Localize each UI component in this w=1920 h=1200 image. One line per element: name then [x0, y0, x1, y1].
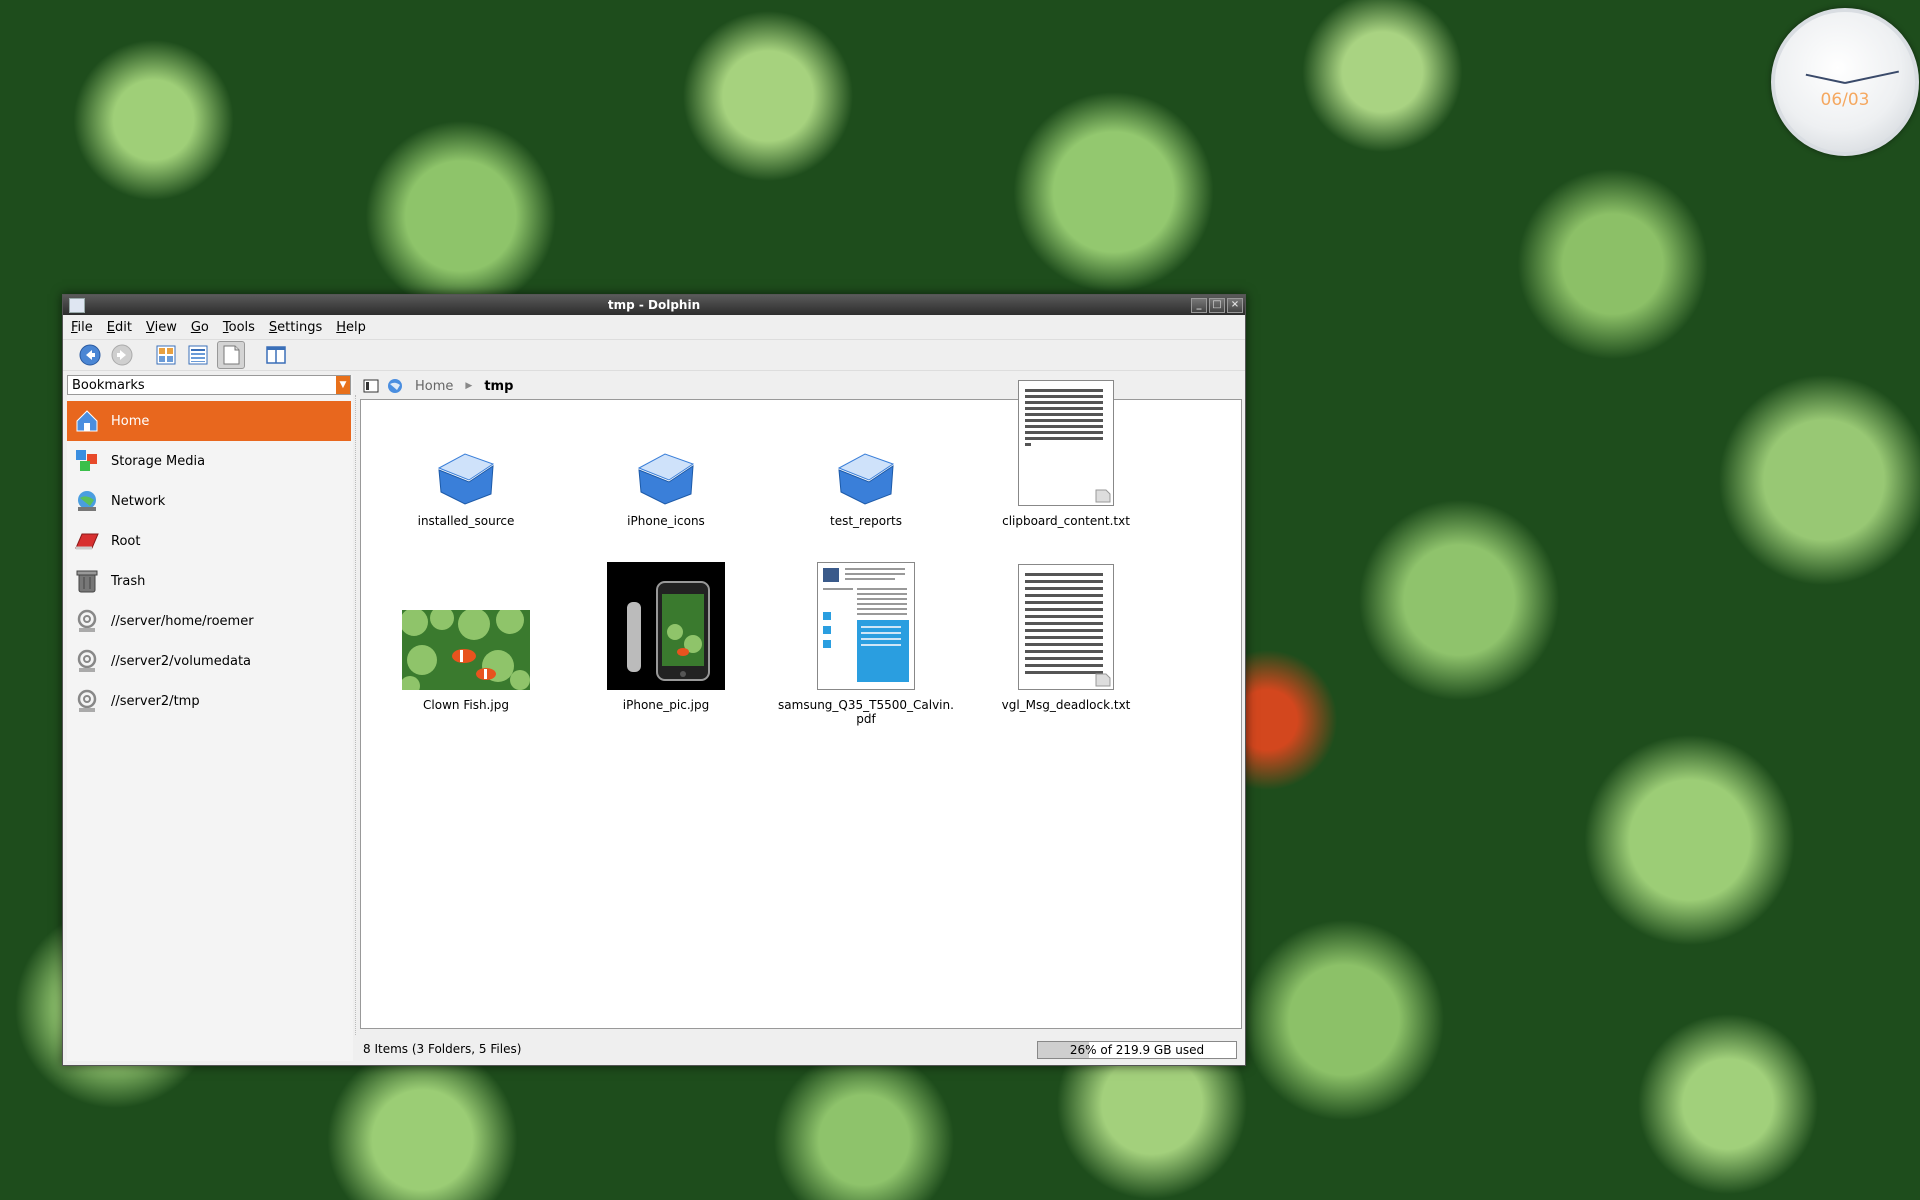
image-thumbnail-iphone [576, 562, 756, 690]
window-title: tmp - Dolphin [607, 298, 701, 312]
network-share-icon [73, 687, 101, 715]
main-toolbar [63, 340, 1245, 371]
window-titlebar[interactable]: tmp - Dolphin _ □ × [63, 295, 1245, 315]
place-item-storage-media[interactable]: Storage Media [67, 441, 351, 481]
panel-selector-dropdown[interactable]: Bookmarks ▼ [67, 375, 351, 395]
minimize-button[interactable]: _ [1191, 298, 1207, 313]
chevron-down-icon[interactable]: ▼ [336, 376, 350, 394]
toggle-editable-icon[interactable] [363, 379, 379, 393]
file-name-line1: samsung_Q35_T5500_Calvin. [778, 698, 954, 712]
file-name: iPhone_pic.jpg [622, 698, 710, 712]
clock-hour-hand [1805, 73, 1846, 84]
menu-go[interactable]: Go [191, 320, 209, 335]
close-button[interactable]: × [1227, 298, 1243, 313]
file-item-samsung-pdf[interactable]: samsung_Q35_T5500_Calvin. pdf [776, 560, 956, 726]
panel-splitter[interactable] [355, 395, 358, 1035]
place-item-home[interactable]: Home [67, 401, 351, 441]
icons-view-button[interactable] [153, 342, 179, 368]
place-item-trash[interactable]: Trash [67, 561, 351, 601]
status-bar: 8 Items (3 Folders, 5 Files) 26% of 219.… [359, 1039, 1241, 1061]
file-item-clown-fish[interactable]: Clown Fish.jpg [376, 560, 556, 712]
preview-button[interactable] [217, 341, 245, 369]
dolphin-window: tmp - Dolphin _ □ × File Edit View Go To… [62, 294, 1246, 1066]
back-icon [79, 344, 101, 366]
file-item-iphone-pic[interactable]: iPhone_pic.jpg [576, 560, 756, 712]
place-item-network[interactable]: Network [67, 481, 351, 521]
places-list: Home Storage Media Network Root Trash //… [67, 401, 351, 721]
menu-help[interactable]: Help [336, 320, 366, 335]
icons-view-icon [156, 345, 176, 365]
breadcrumb-home[interactable]: Home [415, 379, 453, 394]
place-item-label: Network [111, 493, 166, 509]
back-button[interactable] [77, 342, 103, 368]
preview-icon [223, 345, 240, 365]
split-view-button[interactable] [263, 342, 289, 368]
file-item-installed-source[interactable]: installed_source [376, 406, 556, 528]
maximize-button[interactable]: □ [1209, 298, 1225, 313]
file-item-test-reports[interactable]: test_reports [776, 406, 956, 528]
forward-icon [111, 344, 133, 366]
places-globe-icon[interactable] [387, 378, 403, 394]
folder-icon [576, 450, 756, 506]
file-name-line2: pdf [856, 712, 876, 726]
network-share-icon [73, 607, 101, 635]
place-item-server2-volumedata[interactable]: //server2/volumedata [67, 641, 351, 681]
breadcrumb-current[interactable]: tmp [484, 379, 513, 394]
file-name: samsung_Q35_T5500_Calvin. pdf [776, 698, 956, 726]
text-file-thumbnail-icon [976, 564, 1156, 690]
place-item-label: Trash [111, 573, 146, 589]
details-view-icon [188, 345, 208, 365]
disk-usage-bar: 26% of 219.9 GB used [1037, 1041, 1237, 1059]
file-name: vgl_Msg_deadlock.txt [1001, 698, 1131, 712]
menu-settings[interactable]: Settings [269, 320, 322, 335]
network-icon [73, 487, 101, 515]
root-folder-icon [73, 527, 101, 555]
place-item-label: Root [111, 533, 141, 549]
file-item-clipboard-content[interactable]: clipboard_content.txt [976, 380, 1156, 528]
folder-icon [376, 450, 556, 506]
disk-usage-label: 26% of 219.9 GB used [1069, 1043, 1205, 1057]
details-view-button[interactable] [185, 342, 211, 368]
file-item-iphone-icons[interactable]: iPhone_icons [576, 406, 756, 528]
folder-icon [776, 450, 956, 506]
trash-icon [73, 567, 101, 595]
forward-button[interactable] [109, 342, 135, 368]
places-panel: Bookmarks ▼ Home Storage Media Network R… [67, 375, 353, 1061]
clock-date: 06/03 [1820, 90, 1870, 110]
analog-clock-widget: 06/03 [1771, 8, 1919, 156]
place-item-label: //server2/volumedata [111, 653, 252, 669]
file-item-vgl-msg-deadlock[interactable]: vgl_Msg_deadlock.txt [976, 560, 1156, 712]
menu-file[interactable]: File [71, 320, 93, 335]
storage-media-icon [73, 447, 101, 475]
place-item-label: Storage Media [111, 453, 206, 469]
image-thumbnail-clown-fish [376, 610, 556, 690]
place-item-server-home-roemer[interactable]: //server/home/roemer [67, 601, 351, 641]
text-file-thumbnail-icon [976, 380, 1156, 506]
menu-tools[interactable]: Tools [223, 320, 255, 335]
place-item-label: //server2/tmp [111, 693, 200, 709]
clock-minute-hand [1844, 70, 1900, 84]
place-item-server2-tmp[interactable]: //server2/tmp [67, 681, 351, 721]
place-item-label: //server/home/roemer [111, 613, 254, 629]
file-name: clipboard_content.txt [1002, 514, 1130, 528]
panel-selector-value: Bookmarks [72, 378, 145, 393]
split-view-icon [266, 346, 286, 364]
status-summary: 8 Items (3 Folders, 5 Files) [363, 1042, 522, 1056]
breadcrumb-separator-icon[interactable]: ▶ [465, 381, 472, 391]
pdf-thumbnail-icon [776, 562, 956, 690]
place-item-root[interactable]: Root [67, 521, 351, 561]
menu-edit[interactable]: Edit [107, 320, 132, 335]
file-name: Clown Fish.jpg [423, 698, 509, 712]
file-name: iPhone_icons [627, 514, 705, 528]
menu-bar: File Edit View Go Tools Settings Help [63, 315, 1245, 340]
network-share-icon [73, 647, 101, 675]
home-icon [73, 407, 101, 435]
menu-view[interactable]: View [146, 320, 177, 335]
file-view[interactable]: installed_source iPhone_icons test_repor… [360, 380, 1242, 1029]
file-name: installed_source [417, 514, 515, 528]
place-item-label: Home [111, 413, 150, 429]
file-name: test_reports [830, 514, 902, 528]
